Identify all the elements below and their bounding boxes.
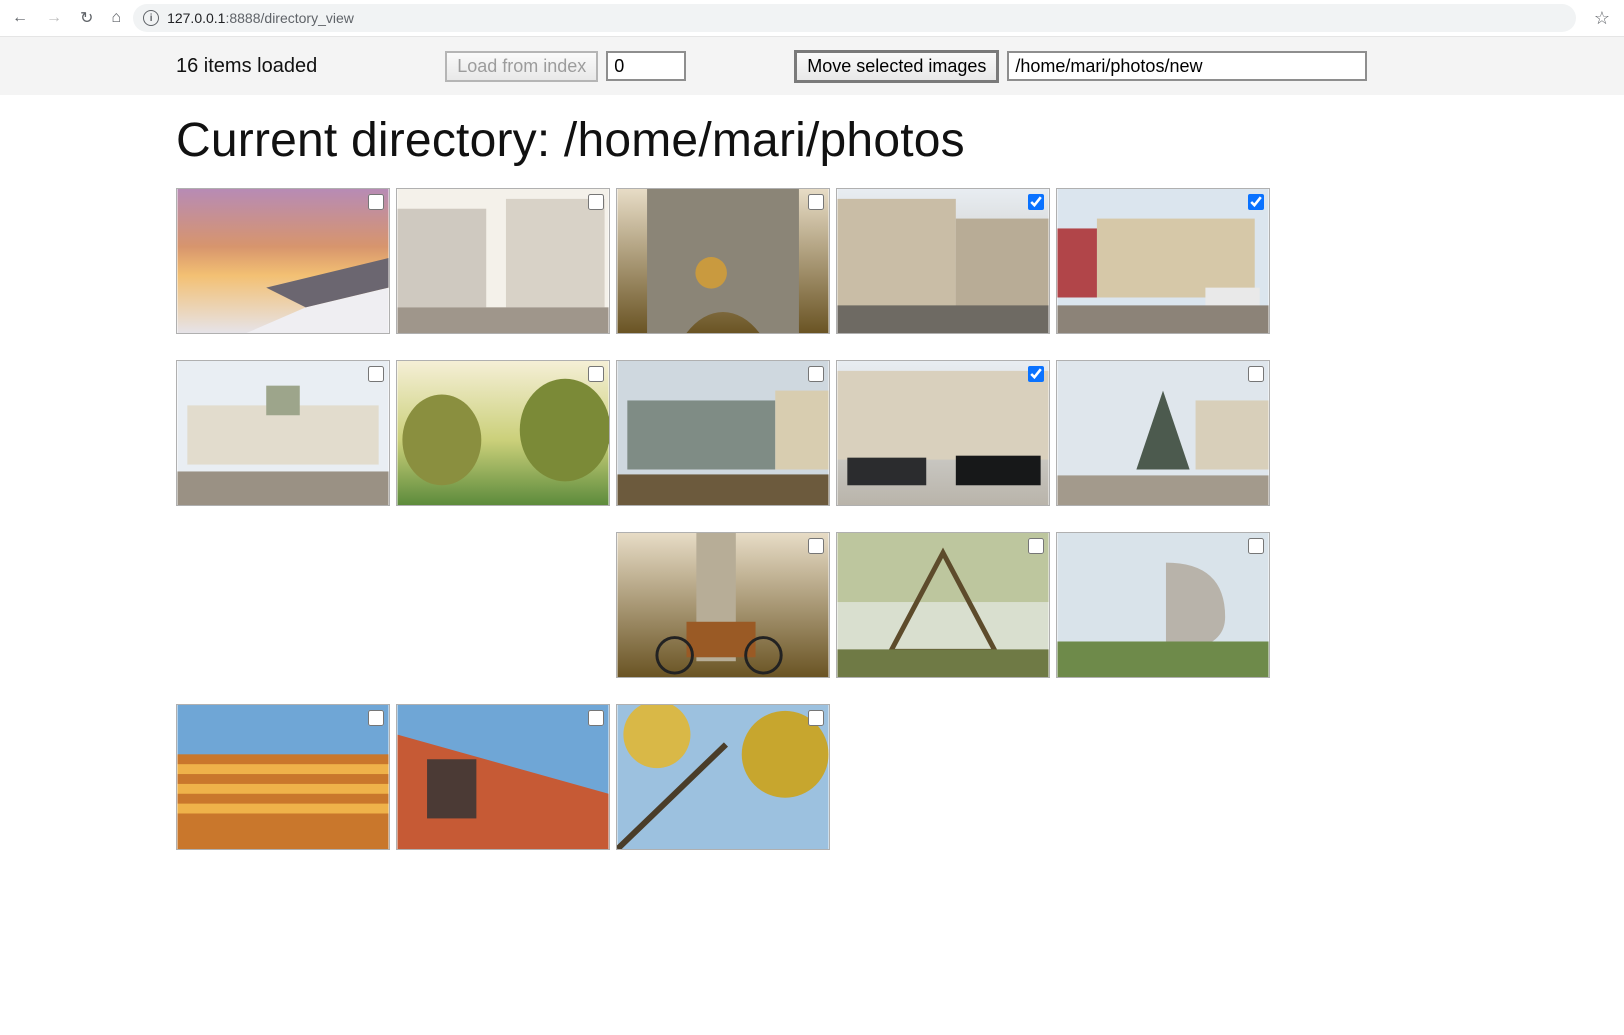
- home-icon[interactable]: ⌂: [111, 9, 121, 27]
- select-image-checkbox[interactable]: [1028, 366, 1044, 382]
- select-image-checkbox[interactable]: [808, 710, 824, 726]
- page-title: Current directory: /home/mari/photos: [176, 113, 1448, 168]
- select-image-checkbox[interactable]: [368, 194, 384, 210]
- select-image-checkbox[interactable]: [1028, 538, 1044, 554]
- grid-cell: [616, 704, 830, 850]
- grid-cell: [176, 360, 390, 506]
- address-bar[interactable]: i 127.0.0.1:8888/directory_view: [133, 4, 1576, 32]
- url-path: /directory_view: [261, 10, 354, 26]
- forward-icon[interactable]: →: [46, 9, 62, 27]
- select-image-checkbox[interactable]: [588, 366, 604, 382]
- select-image-checkbox[interactable]: [1248, 366, 1264, 382]
- bookmark-star-icon[interactable]: ☆: [1588, 8, 1616, 29]
- grid-cell: [1056, 532, 1270, 678]
- image-thumbnail[interactable]: [1056, 360, 1270, 506]
- image-thumbnail[interactable]: [616, 532, 830, 678]
- select-image-checkbox[interactable]: [808, 366, 824, 382]
- image-thumbnail[interactable]: [396, 188, 610, 334]
- select-image-checkbox[interactable]: [588, 710, 604, 726]
- select-image-checkbox[interactable]: [808, 194, 824, 210]
- back-icon[interactable]: ←: [12, 9, 28, 27]
- select-image-checkbox[interactable]: [1248, 194, 1264, 210]
- image-thumbnail[interactable]: [836, 360, 1050, 506]
- image-thumbnail[interactable]: [396, 360, 610, 506]
- grid-cell: [616, 188, 830, 334]
- grid-cell: [836, 532, 1050, 678]
- image-grid: [176, 188, 1448, 850]
- image-thumbnail[interactable]: [1056, 532, 1270, 678]
- url-text: 127.0.0.1:8888/directory_view: [167, 10, 354, 26]
- grid-cell: [1056, 360, 1270, 506]
- move-selected-button[interactable]: Move selected images: [794, 50, 999, 83]
- grid-cell: [396, 188, 610, 334]
- image-thumbnail[interactable]: [836, 532, 1050, 678]
- image-thumbnail[interactable]: [176, 360, 390, 506]
- image-thumbnail[interactable]: [616, 188, 830, 334]
- browser-nav: ← → ↻ ⌂: [8, 8, 121, 28]
- grid-cell: [836, 360, 1050, 506]
- image-thumbnail[interactable]: [616, 360, 830, 506]
- index-input[interactable]: [606, 51, 686, 81]
- image-thumbnail[interactable]: [616, 704, 830, 850]
- app-toolbar: 16 items loaded Load from index Move sel…: [0, 37, 1624, 95]
- image-thumbnail[interactable]: [396, 704, 610, 850]
- image-thumbnail[interactable]: [176, 188, 390, 334]
- grid-cell: [396, 360, 610, 506]
- site-info-icon[interactable]: i: [143, 10, 159, 26]
- select-image-checkbox[interactable]: [1248, 538, 1264, 554]
- select-image-checkbox[interactable]: [808, 538, 824, 554]
- grid-cell: [176, 188, 390, 334]
- items-loaded-status: 16 items loaded: [176, 55, 317, 78]
- url-host: 127.0.0.1: [167, 10, 225, 26]
- select-image-checkbox[interactable]: [588, 194, 604, 210]
- grid-cell: [176, 704, 390, 850]
- grid-cell: [836, 188, 1050, 334]
- reload-icon[interactable]: ↻: [80, 8, 93, 28]
- image-thumbnail[interactable]: [1056, 188, 1270, 334]
- browser-chrome: ← → ↻ ⌂ i 127.0.0.1:8888/directory_view …: [0, 0, 1624, 37]
- select-image-checkbox[interactable]: [368, 366, 384, 382]
- grid-cell: [396, 704, 610, 850]
- grid-cell: [616, 360, 830, 506]
- grid-cell: [1056, 188, 1270, 334]
- url-port: :8888: [225, 10, 260, 26]
- load-from-index-button[interactable]: Load from index: [445, 51, 598, 82]
- grid-cell: [616, 532, 830, 678]
- select-image-checkbox[interactable]: [1028, 194, 1044, 210]
- image-thumbnail[interactable]: [176, 704, 390, 850]
- select-image-checkbox[interactable]: [368, 710, 384, 726]
- image-thumbnail[interactable]: [836, 188, 1050, 334]
- destination-path-input[interactable]: [1007, 51, 1367, 81]
